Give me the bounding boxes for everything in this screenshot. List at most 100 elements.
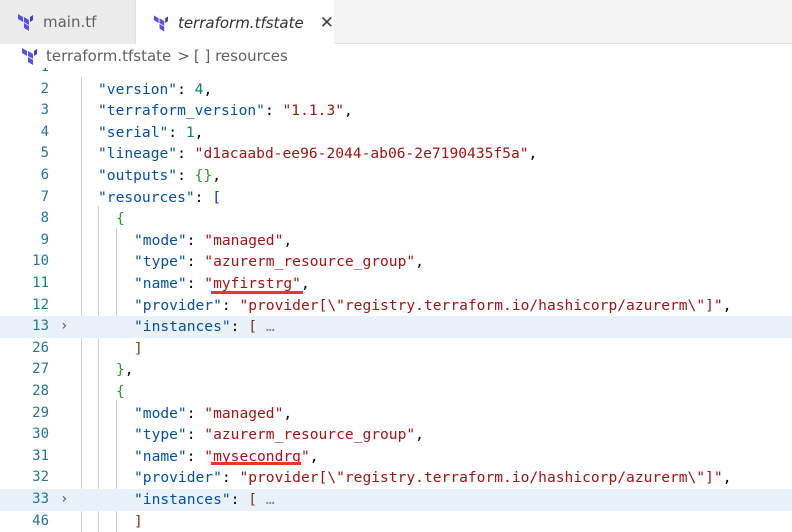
line-number: 9 (40, 231, 49, 248)
json-colon: : (186, 253, 205, 271)
json-key: "provider" (134, 296, 222, 314)
annotation-underline-myfirstrg (211, 291, 303, 294)
code-text: { (116, 208, 125, 230)
json-comma: , (212, 167, 222, 184)
json-colon: : (230, 318, 249, 336)
json-colon: : (264, 102, 283, 120)
json-comma: , (194, 123, 204, 141)
code-line: 4 "serial": 1, (0, 122, 792, 144)
folded-ellipsis: … (265, 491, 275, 508)
code-line: 32 "provider": "provider[\"registry.terra… (0, 467, 792, 489)
folded-ellipsis: … (265, 318, 275, 336)
code-text: ] (134, 338, 143, 360)
code-text: "type": "azurerm_resource_group", (134, 251, 424, 273)
line-number: 4 (40, 123, 49, 140)
code-text: "version": 4, (98, 79, 212, 101)
json-comma: , (309, 447, 319, 465)
code-line: 46] (0, 511, 792, 532)
breadcrumb-file[interactable]: terraform.tfstate (46, 47, 171, 65)
json-value: { (116, 383, 125, 400)
fold-chevron-icon[interactable]: › (60, 489, 72, 511)
json-value: "managed" (204, 404, 284, 422)
line-number: 13 (32, 318, 49, 335)
json-colon: : (177, 167, 195, 184)
code-line: 1 (0, 68, 792, 79)
code-line: 28 { (0, 381, 792, 403)
json-comma: , (415, 253, 424, 271)
close-icon[interactable]: ✕ (320, 13, 334, 33)
code-line: 26] (0, 338, 792, 360)
code-line: 5 "lineage": "d1acaabd-ee96-2044-ab06-2e7… (0, 143, 792, 165)
json-value: "provider[\"registry.terraform.io/hashic… (239, 296, 723, 314)
line-number: 2 (40, 80, 49, 97)
json-colon: : (186, 231, 205, 249)
json-value: "myfirstrg" (204, 275, 301, 292)
line-number: 6 (40, 167, 49, 183)
json-colon: : (186, 447, 205, 465)
line-number: 31 (32, 447, 49, 464)
json-key: "mode" (134, 231, 187, 249)
json-comma: , (344, 102, 353, 120)
code-line: 27}, (0, 359, 792, 381)
json-colon: : (221, 296, 240, 314)
json-key: "instances" (134, 491, 231, 508)
code-text: }, (116, 359, 134, 381)
line-number: 33 (32, 491, 49, 507)
line-number: 27 (32, 361, 49, 378)
code-line: 33 › "instances": [ … (0, 489, 792, 511)
line-number: 28 (32, 383, 49, 399)
code-line: 11 "name": "myfirstrg", (0, 273, 792, 295)
json-comma: , (300, 275, 310, 292)
json-comma: , (203, 80, 213, 98)
json-value: "azurerm_resource_group" (204, 426, 416, 444)
code-text: ] (134, 511, 143, 532)
tab-bar: main.tf terraform.tfstate ✕ (0, 0, 792, 45)
json-comma: , (722, 296, 732, 314)
json-colon: : (194, 188, 213, 206)
json-value: [ (248, 318, 258, 336)
line-number: 12 (32, 296, 49, 313)
json-value: [ (248, 491, 258, 508)
json-value: [ (212, 188, 222, 206)
json-value: 1 (185, 123, 195, 141)
code-text: "mode": "managed", (134, 403, 292, 425)
code-line: 7 "resources": [ (0, 187, 792, 209)
tab-main-tf[interactable]: main.tf (0, 0, 136, 44)
tab-label: main.tf (43, 13, 97, 31)
code-line: 2 "version": 4, (0, 79, 792, 101)
code-line: 30 "type": "azurerm_resource_group", (0, 424, 792, 446)
json-comma: , (124, 361, 134, 379)
breadcrumb: terraform.tfstate > [ ] resources (0, 44, 792, 68)
json-colon: : (186, 426, 205, 444)
line-number: 26 (32, 339, 49, 356)
line-number: 10 (32, 253, 49, 270)
json-key: "instances" (134, 318, 231, 336)
json-key: "provider" (134, 469, 222, 487)
line-number: 1 (0, 68, 49, 79)
tab-terraform-tfstate[interactable]: terraform.tfstate ✕ (136, 0, 334, 45)
json-colon: : (186, 404, 205, 422)
code-line: 3 "terraform_version": "1.1.3", (0, 100, 792, 122)
json-key: "type" (134, 426, 187, 444)
code-text: "resources": [ (98, 187, 221, 209)
fold-chevron-icon[interactable]: › (60, 316, 72, 338)
line-number: 46 (32, 512, 49, 529)
json-colon: : (177, 145, 195, 163)
breadcrumb-node[interactable]: [ ] resources (194, 47, 288, 65)
code-text: "provider": "provider[\"registry.terrafo… (134, 467, 732, 489)
code-line: 29 "mode": "managed", (0, 403, 792, 425)
json-key: "name" (134, 447, 187, 465)
code-text: "instances": [ … (134, 316, 275, 338)
json-value: "d1acaabd-ee96-2044-ab06-2e7190435f5a" (194, 145, 529, 163)
code-line: 8{ (0, 208, 792, 230)
line-number: 29 (32, 404, 49, 421)
code-text: "outputs": {}, (98, 165, 221, 187)
json-key: "resources" (98, 188, 195, 206)
json-colon: : (177, 80, 195, 98)
code-editor[interactable]: 12"version": 4,3"terraform_version": "1.… (0, 68, 792, 532)
json-comma: , (528, 145, 538, 163)
json-colon: : (168, 123, 186, 141)
code-text: "instances": [ … (134, 489, 275, 511)
code-line: 9 "mode": "managed", (0, 230, 792, 252)
code-text: "type": "azurerm_resource_group", (134, 424, 424, 446)
